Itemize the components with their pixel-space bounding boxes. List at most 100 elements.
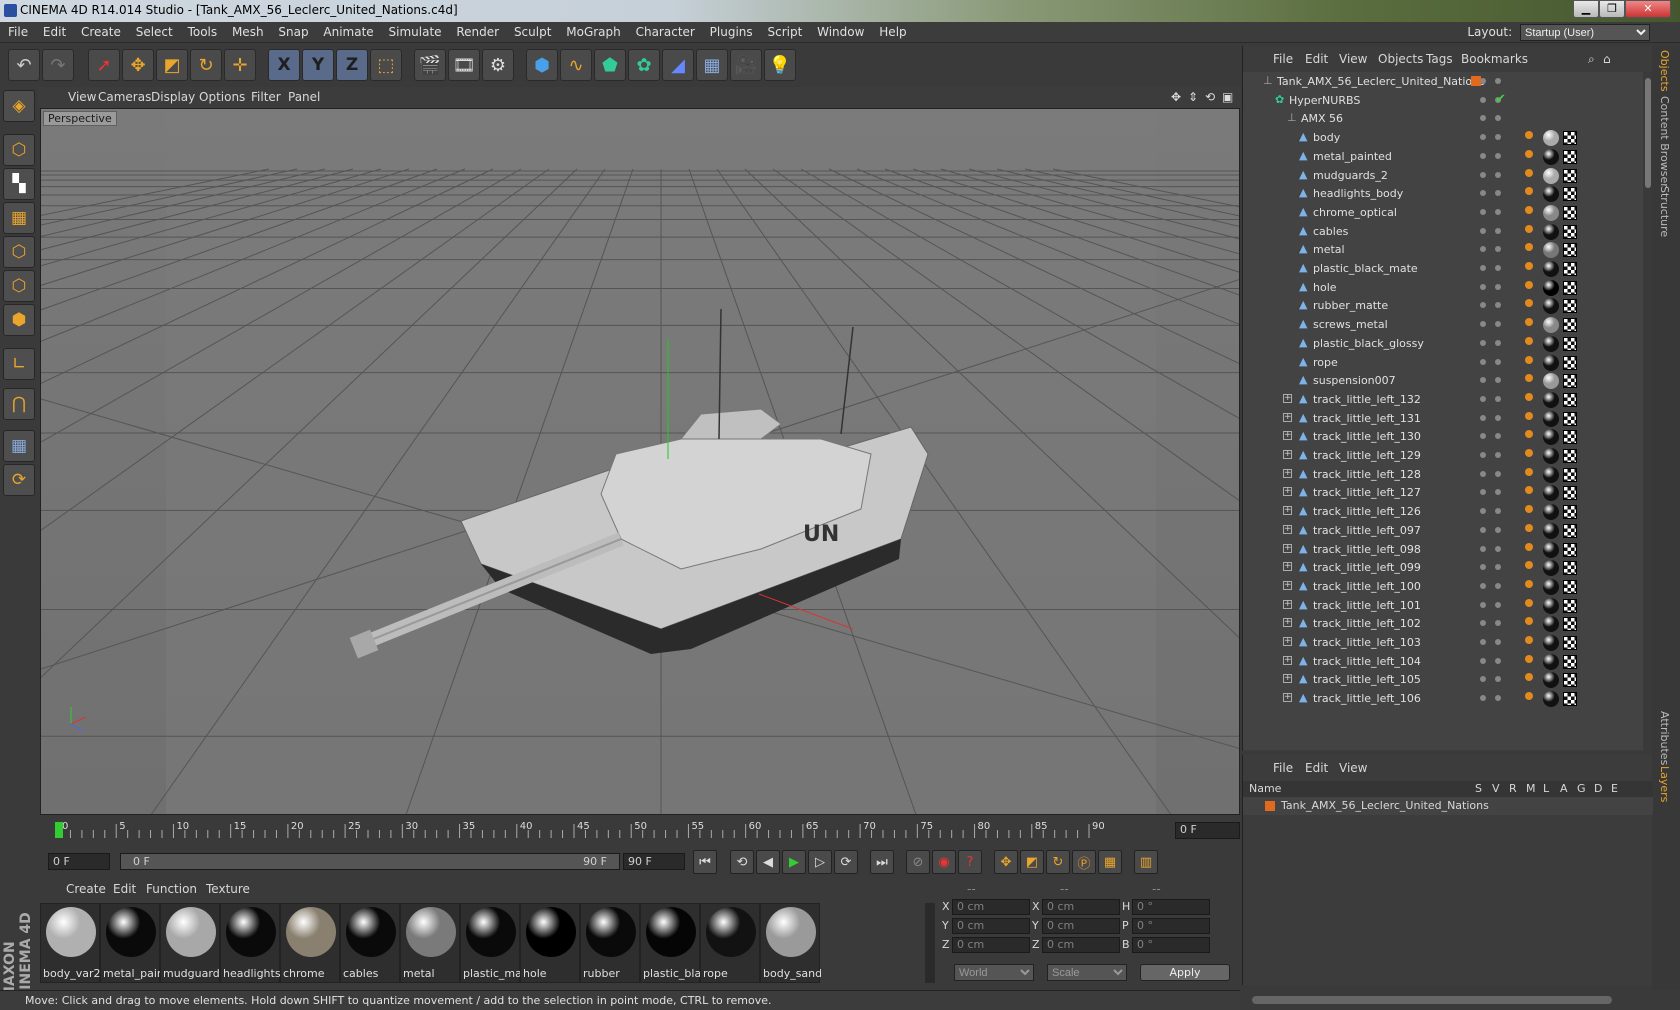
phong-tag-icon[interactable]	[1525, 692, 1533, 701]
phong-tag-icon[interactable]	[1525, 411, 1533, 420]
material-swatch[interactable]: headlights_	[220, 903, 281, 983]
render-visibility-dot[interactable]	[1495, 171, 1501, 178]
texture-tag-icon[interactable]	[1563, 262, 1577, 276]
coord-field[interactable]: 0 °	[1132, 918, 1210, 934]
minimize-button[interactable]: ▁	[1573, 0, 1599, 18]
tab-attributes[interactable]: Attributes	[1658, 711, 1671, 765]
floor-icon[interactable]: ▦	[696, 49, 728, 81]
object-row[interactable]: ▲ rope	[1243, 353, 1643, 373]
phong-tag-icon[interactable]	[1525, 168, 1533, 177]
layer-column-header[interactable]: G	[1577, 782, 1586, 795]
view-rotate-icon[interactable]: ⟲	[1205, 90, 1215, 104]
render-visibility-dot[interactable]	[1495, 152, 1501, 159]
obj-menu-edit[interactable]: Edit	[1305, 52, 1328, 66]
menu-animate[interactable]: Animate	[315, 22, 373, 39]
render-picture-viewer-icon[interactable]: 🎞	[448, 49, 480, 81]
coord-field[interactable]: 0 °	[1132, 899, 1210, 915]
key-rotation-icon[interactable]: ↻	[1046, 850, 1070, 874]
editor-visibility-dot[interactable]	[1480, 414, 1486, 421]
object-row[interactable]: + ▲ track_little_left_101	[1243, 596, 1643, 616]
render-visibility-dot[interactable]	[1495, 489, 1501, 496]
render-visibility-dot[interactable]	[1495, 508, 1501, 515]
render-visibility-dot[interactable]	[1495, 676, 1501, 683]
material-swatch[interactable]: metal_pain	[100, 903, 161, 983]
render-visibility-dot[interactable]	[1495, 377, 1501, 384]
editor-visibility-dot[interactable]	[1480, 564, 1486, 571]
view-menu-options[interactable]: Options	[199, 90, 245, 104]
menu-create[interactable]: Create	[73, 22, 121, 39]
coord-field[interactable]: 0 cm	[1042, 918, 1120, 934]
object-row[interactable]: + ▲ track_little_left_098	[1243, 540, 1643, 560]
render-visibility-dot[interactable]	[1495, 395, 1501, 402]
workplane-icon[interactable]: ▦	[3, 202, 35, 234]
coord-field[interactable]: 0 cm	[1042, 899, 1120, 915]
undo-icon[interactable]: ↶	[8, 49, 40, 81]
key-param-icon[interactable]: Ⓟ	[1072, 850, 1096, 874]
render-visibility-dot[interactable]	[1495, 115, 1501, 122]
object-row[interactable]: ▲ cables	[1243, 222, 1643, 242]
editor-visibility-dot[interactable]	[1480, 582, 1486, 589]
axis-mode-icon[interactable]: ∟	[3, 348, 35, 380]
tab-layers[interactable]: Layers	[1658, 766, 1671, 802]
editor-visibility-dot[interactable]	[1480, 208, 1486, 215]
go-to-end-icon[interactable]: ⏭	[870, 850, 894, 874]
workplane-lock-icon[interactable]: ▦	[3, 430, 35, 462]
texture-tag-icon[interactable]	[1563, 617, 1577, 632]
layer-column-header[interactable]: A	[1560, 782, 1568, 795]
texture-tag-icon[interactable]	[1563, 318, 1577, 333]
next-key-icon[interactable]: ⟳	[834, 850, 858, 874]
texture-tag-icon[interactable]	[1563, 131, 1577, 146]
texture-tag-icon[interactable]	[1563, 598, 1577, 613]
mat-menu-texture[interactable]: Texture	[206, 882, 250, 896]
layer-menu-edit[interactable]: Edit	[1305, 761, 1328, 775]
go-to-start-icon[interactable]: ⏮	[693, 850, 717, 874]
light-icon[interactable]: 💡	[764, 49, 796, 81]
expand-toggle[interactable]: +	[1283, 637, 1292, 646]
material-tag-icon[interactable]	[1543, 298, 1559, 315]
object-row[interactable]: ▲ chrome_optical	[1243, 203, 1643, 223]
scale-icon[interactable]: ◩	[156, 49, 188, 81]
object-row[interactable]: ▲ screws_metal	[1243, 315, 1643, 335]
phong-tag-icon[interactable]	[1525, 579, 1533, 588]
editor-visibility-dot[interactable]	[1480, 339, 1486, 346]
phong-tag-icon[interactable]	[1525, 561, 1533, 570]
material-swatch[interactable]: plastic_mat	[460, 903, 521, 983]
layer-menu-view[interactable]: View	[1339, 761, 1367, 775]
render-visibility-dot[interactable]	[1495, 321, 1501, 328]
object-row[interactable]: ▲ headlights_body	[1243, 184, 1643, 204]
menu-select[interactable]: Select	[128, 22, 173, 39]
previous-frame-icon[interactable]: ◀	[756, 850, 780, 874]
phong-tag-icon[interactable]	[1525, 636, 1533, 644]
expand-toggle[interactable]: +	[1283, 693, 1292, 703]
close-button[interactable]: ✕	[1625, 0, 1671, 18]
render-visibility-dot[interactable]	[1495, 339, 1501, 346]
texture-tag-icon[interactable]	[1563, 299, 1577, 314]
editor-visibility-dot[interactable]	[1480, 152, 1486, 159]
texture-tag-icon[interactable]	[1563, 392, 1577, 407]
phong-tag-icon[interactable]	[1525, 430, 1533, 439]
key-pla-icon[interactable]: ▦	[1098, 850, 1122, 874]
layer-color-swatch[interactable]	[1471, 76, 1481, 86]
editor-visibility-dot[interactable]	[1480, 358, 1486, 365]
render-visibility-dot[interactable]	[1495, 227, 1501, 234]
render-visibility-dot[interactable]	[1495, 657, 1501, 664]
material-scrollbar[interactable]	[925, 903, 935, 983]
obj-menu-file[interactable]: File	[1273, 52, 1293, 66]
render-visibility-dot[interactable]	[1495, 134, 1501, 141]
home-icon[interactable]: ⌂	[1603, 52, 1611, 66]
render-visibility-dot[interactable]	[1495, 433, 1501, 440]
obj-menu-objects[interactable]: Objects	[1378, 52, 1423, 66]
object-row[interactable]: ⊥ AMX 56	[1243, 109, 1643, 129]
camera-icon[interactable]: 🎥	[730, 49, 762, 81]
material-swatch[interactable]: metal	[400, 903, 460, 983]
texture-tag-icon[interactable]	[1563, 149, 1577, 164]
menu-tools[interactable]: Tools	[180, 22, 218, 39]
z-axis-button[interactable]: Z	[336, 49, 368, 81]
expand-toggle[interactable]: +	[1283, 543, 1292, 553]
phong-tag-icon[interactable]	[1525, 243, 1533, 252]
render-visibility-dot[interactable]	[1495, 265, 1501, 271]
editor-visibility-dot[interactable]	[1480, 115, 1486, 122]
timeline-window-icon[interactable]: ▥	[1134, 850, 1158, 874]
layer-column-header[interactable]: R	[1509, 782, 1517, 795]
editor-visibility-dot[interactable]	[1480, 134, 1486, 141]
